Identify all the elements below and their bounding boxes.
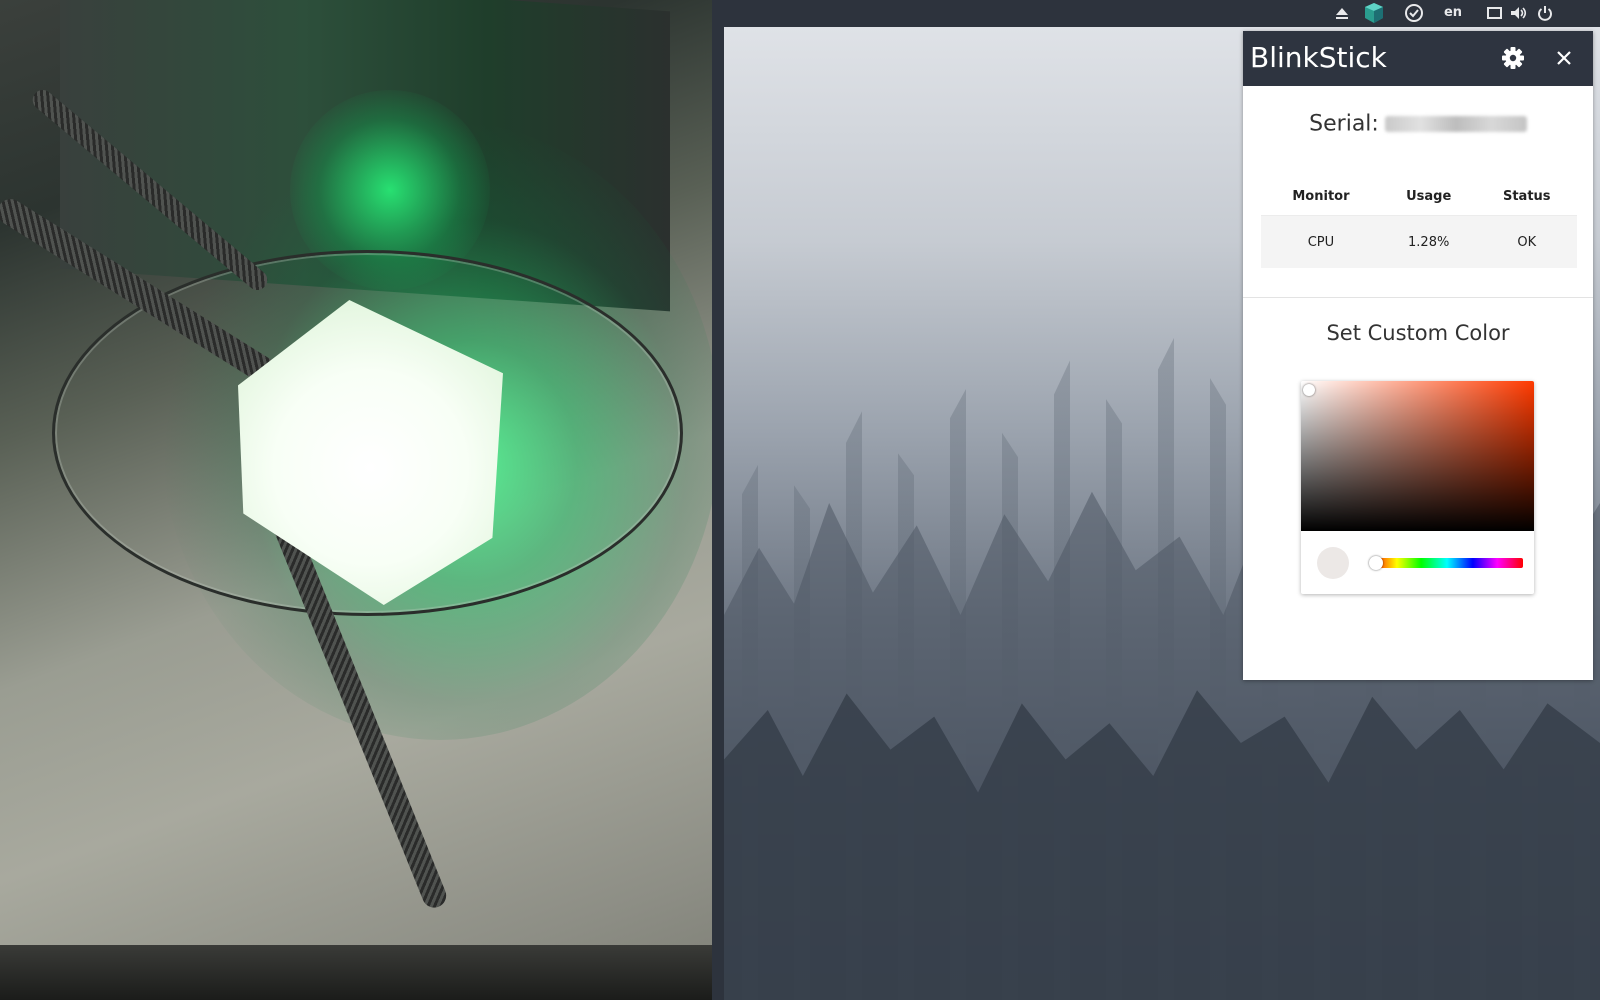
column-header: Monitor bbox=[1292, 188, 1350, 204]
table-row: CPU 1.28% OK bbox=[1261, 215, 1577, 268]
hue-slider-handle[interactable] bbox=[1369, 556, 1383, 570]
gear-icon bbox=[1502, 47, 1524, 69]
monitor-table: Monitor Usage Status CPU 1.28% OK bbox=[1261, 177, 1577, 268]
close-icon bbox=[1557, 51, 1571, 65]
status-cell: OK bbox=[1476, 215, 1577, 268]
window-icon[interactable] bbox=[1486, 4, 1504, 22]
close-button[interactable] bbox=[1549, 43, 1579, 73]
settings-button[interactable] bbox=[1498, 43, 1528, 73]
column-header: Usage bbox=[1406, 188, 1452, 204]
top-panel: en bbox=[712, 0, 1600, 27]
serial-label: Serial: bbox=[1309, 111, 1379, 137]
checkmark-circle-icon[interactable] bbox=[1404, 3, 1424, 23]
serial-value-redacted bbox=[1384, 116, 1527, 132]
usage-cell: 1.28% bbox=[1380, 215, 1477, 268]
current-color-swatch bbox=[1317, 547, 1349, 579]
language-indicator[interactable]: en bbox=[1442, 4, 1464, 22]
power-icon[interactable] bbox=[1536, 4, 1554, 22]
custom-color-title: Set Custom Color bbox=[1326, 321, 1510, 345]
table-header-row: Monitor Usage Status bbox=[1261, 177, 1577, 216]
color-picker bbox=[1301, 381, 1534, 594]
eject-icon[interactable] bbox=[1332, 4, 1352, 22]
hue-slider[interactable] bbox=[1371, 558, 1523, 568]
desk-edge bbox=[0, 945, 712, 1000]
blinkstick-cube-icon[interactable] bbox=[1363, 2, 1385, 24]
column-header: Status bbox=[1502, 188, 1551, 204]
panel-header: BlinkStick bbox=[1243, 31, 1593, 86]
saturation-area[interactable] bbox=[1301, 381, 1534, 531]
serial-row: Serial: bbox=[1243, 111, 1593, 137]
volume-icon[interactable] bbox=[1509, 4, 1529, 22]
blinkstick-panel: BlinkStick Serial: Monitor Usage Status … bbox=[1243, 31, 1593, 680]
monitor-cell: CPU bbox=[1261, 215, 1381, 268]
panel-title: BlinkStick bbox=[1250, 41, 1387, 74]
device-photo bbox=[0, 0, 712, 1000]
saturation-handle[interactable] bbox=[1303, 384, 1315, 396]
section-divider bbox=[1243, 297, 1593, 298]
